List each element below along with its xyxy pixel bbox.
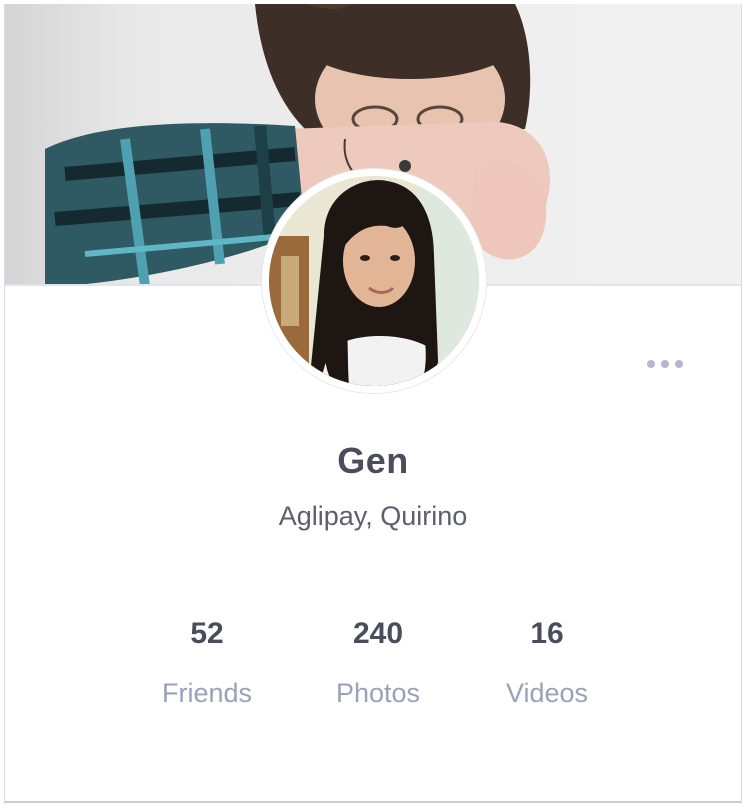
stat-videos-label: Videos <box>505 678 589 708</box>
profile-name: Gen <box>337 440 409 481</box>
stat-photos-label: Photos <box>335 678 421 708</box>
avatar[interactable] <box>269 176 479 386</box>
stat-videos[interactable]: 16 Videos <box>462 614 632 709</box>
stat-photos-value: 240 <box>352 617 404 650</box>
stat-videos-value: 16 <box>530 617 564 650</box>
stat-friends-value: 52 <box>190 617 224 650</box>
profile-card: Gen Aglipay, Quirino 52 Friends 240 Phot… <box>4 4 742 803</box>
stat-friends[interactable]: 52 Friends <box>122 614 292 709</box>
stat-photos[interactable]: 240 Photos <box>293 614 463 709</box>
avatar-frame <box>262 169 486 393</box>
more-horizontal-icon-dot <box>675 360 683 368</box>
more-horizontal-icon <box>647 360 655 368</box>
more-options-button[interactable] <box>641 353 689 375</box>
more-horizontal-icon-dot <box>661 360 669 368</box>
profile-location: Aglipay, Quirino <box>278 501 468 531</box>
stat-friends-label: Friends <box>161 678 253 708</box>
